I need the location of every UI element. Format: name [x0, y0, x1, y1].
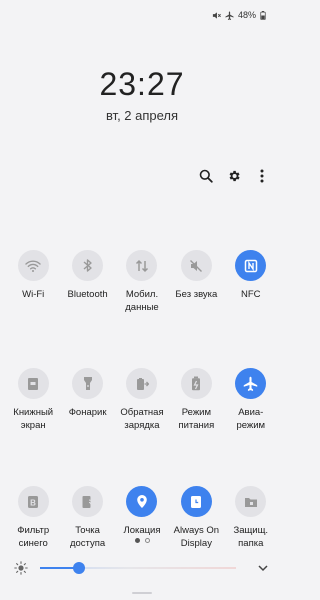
secure-folder-icon: [244, 497, 257, 507]
panel-toolbar: [198, 168, 270, 184]
airplane-icon: [244, 376, 258, 391]
tile-reading-mode-label: Книжный экран: [13, 407, 54, 431]
wifi-icon: [25, 259, 41, 272]
clock-date[interactable]: вт, 2 апреля: [0, 108, 284, 123]
search-button[interactable]: [198, 168, 214, 184]
quick-settings-grid: Wi-Fi Bluetooth Мобил. данные Без звука …: [6, 250, 278, 576]
airplane-icon: [225, 10, 234, 20]
tile-mobile-data-circle[interactable]: [126, 250, 158, 281]
clock-icon: [191, 495, 202, 508]
book-icon: [28, 377, 39, 390]
tile-mobile-data[interactable]: Мобил. данные: [115, 250, 169, 340]
settings-button[interactable]: [226, 168, 242, 184]
mobile-data-icon: [135, 259, 148, 272]
tile-always-on-display-circle[interactable]: [180, 486, 212, 517]
mute-icon: [190, 259, 203, 272]
tile-airplane[interactable]: Авиа- режим: [224, 368, 278, 458]
tile-wifi-circle[interactable]: [17, 250, 49, 281]
battery-icon: [260, 10, 266, 20]
tile-nfc[interactable]: NFC: [224, 250, 278, 340]
tile-hotspot-circle[interactable]: [72, 486, 104, 517]
tile-flashlight-label: Фонарик: [68, 407, 107, 418]
tile-power-mode[interactable]: Режим питания: [169, 368, 223, 458]
tile-airplane-circle[interactable]: [235, 368, 267, 399]
battery-mode-icon: [192, 376, 201, 391]
location-icon: [137, 495, 147, 508]
tile-nfc-circle[interactable]: [235, 250, 267, 281]
tile-wifi[interactable]: Wi-Fi: [6, 250, 60, 340]
chevron-down-icon[interactable]: [256, 561, 270, 575]
battery-percent: 48%: [237, 10, 256, 20]
tile-flashlight-circle[interactable]: [72, 368, 104, 399]
brightness-control: [14, 558, 270, 578]
more-options-button[interactable]: [254, 168, 270, 184]
sun-icon: [14, 561, 28, 575]
tile-sound-circle[interactable]: [180, 250, 212, 281]
tile-bluetooth-label: Bluetooth: [67, 289, 108, 300]
tile-reverse-charge-label: Обратная зарядка: [120, 407, 164, 431]
mute-icon: [212, 11, 221, 20]
tile-flashlight[interactable]: Фонарик: [60, 368, 114, 458]
more-vert-icon: [260, 169, 264, 183]
page-dot-1[interactable]: [134, 538, 140, 543]
blue-filter-icon: B: [28, 495, 39, 508]
tile-location-circle[interactable]: [126, 486, 158, 517]
flashlight-icon: [83, 377, 92, 390]
svg-text:B: B: [30, 498, 36, 507]
search-icon: [199, 169, 213, 183]
tile-reading-mode[interactable]: Книжный экран: [6, 368, 60, 458]
tile-power-mode-circle[interactable]: [180, 368, 212, 399]
page-dot-2[interactable]: [144, 538, 150, 543]
tile-reverse-charge[interactable]: Обратная зарядка: [115, 368, 169, 458]
tile-secure-folder-circle[interactable]: [235, 486, 267, 517]
tile-wifi-label: Wi-Fi: [22, 289, 45, 300]
tile-bluetooth-circle[interactable]: [72, 250, 104, 281]
bluetooth-icon: [83, 259, 92, 272]
gear-icon: [229, 170, 240, 182]
tile-reverse-charge-circle[interactable]: [126, 368, 158, 399]
tile-sound-label: Без звука: [175, 289, 218, 300]
tile-airplane-label: Авиа- режим: [236, 407, 266, 431]
brightness-thumb[interactable]: [73, 562, 85, 574]
status-bar: 48%: [212, 10, 266, 20]
tile-sound[interactable]: Без звука: [169, 250, 223, 340]
tile-bluetooth[interactable]: Bluetooth: [60, 250, 114, 340]
tile-location-label: Локация: [123, 525, 161, 536]
tile-blue-filter-circle[interactable]: B: [17, 486, 49, 517]
tile-mobile-data-label: Мобил. данные: [125, 289, 159, 313]
tile-power-mode-label: Режим питания: [178, 407, 215, 431]
tile-nfc-label: NFC: [241, 289, 261, 300]
tile-reading-mode-circle[interactable]: [17, 368, 49, 399]
reverse-charge-icon: [136, 377, 149, 390]
home-indicator: [132, 592, 152, 594]
nfc-icon: [244, 259, 257, 272]
brightness-slider[interactable]: [40, 558, 236, 578]
hotspot-icon: [82, 495, 94, 508]
clock-time: 23:27: [99, 66, 185, 102]
page-indicator: [0, 538, 284, 543]
